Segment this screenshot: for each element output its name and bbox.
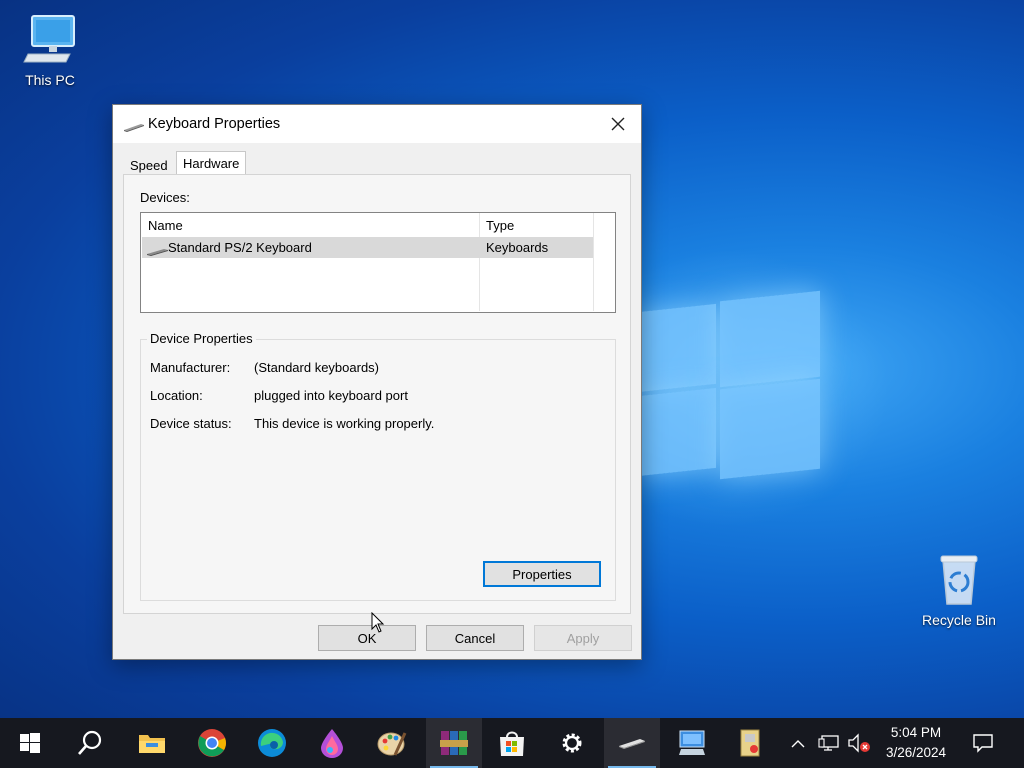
- clock[interactable]: 5:04 PM 3/26/2024: [878, 723, 954, 763]
- column-header-type[interactable]: Type: [486, 218, 514, 233]
- taskbar-keyboard-properties[interactable]: [604, 718, 660, 768]
- location-label: Location:: [150, 388, 203, 403]
- taskbar: 5:04 PM 3/26/2024: [0, 718, 1024, 768]
- clock-date: 3/26/2024: [885, 745, 947, 760]
- show-hidden-icons-button[interactable]: [784, 718, 812, 768]
- keyboard-app-icon: [619, 739, 645, 749]
- tab-speed[interactable]: Speed: [123, 155, 175, 175]
- computer-icon: [22, 12, 78, 68]
- file-explorer-icon: [139, 735, 165, 753]
- title-bar[interactable]: Keyboard Properties: [113, 105, 641, 143]
- keyboard-icon: [147, 244, 169, 256]
- remote-desktop-icon: [679, 730, 705, 755]
- store-icon: [500, 731, 524, 756]
- taskbar-remote-desktop[interactable]: [664, 718, 720, 768]
- volume-muted-icon: [848, 733, 870, 753]
- taskbar-security-app[interactable]: [722, 718, 778, 768]
- chrome-icon: [198, 729, 226, 757]
- action-center-icon: [973, 734, 993, 753]
- search-button[interactable]: [62, 718, 118, 768]
- start-icon: [20, 733, 40, 753]
- volume-button[interactable]: [844, 718, 874, 768]
- chevron-up-icon: [791, 739, 805, 747]
- column-header-name[interactable]: Name: [148, 218, 183, 233]
- settings-icon: [562, 733, 582, 753]
- devices-label: Devices:: [140, 190, 190, 205]
- list-header: Name Type: [141, 213, 593, 237]
- action-center-button[interactable]: [960, 718, 1006, 768]
- desktop-icon-label: This PC: [25, 72, 75, 88]
- taskbar-winrar[interactable]: [426, 718, 482, 768]
- hardware-tab-panel: Devices: Name Type Standard PS/2 Keyboar…: [123, 174, 631, 614]
- close-icon: [611, 117, 625, 131]
- location-value: plugged into keyboard port: [254, 388, 408, 403]
- manufacturer-label: Manufacturer:: [150, 360, 231, 375]
- network-button[interactable]: [814, 718, 844, 768]
- ok-button[interactable]: OK: [318, 625, 416, 651]
- desktop-icon-this-pc[interactable]: This PC: [5, 12, 95, 88]
- devices-list[interactable]: Name Type Standard PS/2 Keyboard Keyboar…: [140, 212, 616, 313]
- tab-hardware[interactable]: Hardware: [176, 151, 247, 176]
- paint3d-icon: [321, 729, 343, 758]
- cancel-button[interactable]: Cancel: [426, 625, 524, 651]
- taskbar-settings[interactable]: [544, 718, 600, 768]
- device-status-value: This device is working properly.: [254, 416, 435, 431]
- taskbar-paint3d[interactable]: [304, 718, 360, 768]
- winrar-icon: [440, 731, 468, 755]
- device-name: Standard PS/2 Keyboard: [168, 240, 312, 255]
- search-icon: [78, 730, 102, 755]
- network-icon: [818, 735, 839, 751]
- dialog-title: Keyboard Properties: [148, 116, 281, 132]
- clock-time: 5:04 PM: [890, 725, 942, 740]
- edge-icon: [258, 729, 286, 757]
- manufacturer-value: (Standard keyboards): [254, 360, 380, 375]
- taskbar-chrome[interactable]: [184, 718, 240, 768]
- taskbar-file-explorer[interactable]: [124, 718, 180, 768]
- device-status-label: Device status:: [150, 416, 232, 431]
- taskbar-store[interactable]: [484, 718, 540, 768]
- keyboard-icon: [123, 120, 145, 132]
- taskbar-paint[interactable]: [364, 718, 420, 768]
- device-properties-group: Device Properties Manufacturer: (Standar…: [140, 331, 616, 601]
- list-item[interactable]: Standard PS/2 Keyboard Keyboards: [142, 237, 593, 258]
- desktop-icon-recycle-bin[interactable]: Recycle Bin: [914, 552, 1004, 628]
- paint-icon: [377, 732, 407, 756]
- recycle-bin-icon: [931, 552, 987, 608]
- mouse-cursor-icon: [371, 611, 385, 634]
- security-app-icon: [740, 729, 760, 757]
- close-button[interactable]: [595, 105, 641, 143]
- properties-button[interactable]: Properties: [483, 561, 601, 587]
- keyboard-properties-dialog: Keyboard Properties Speed Hardware Devic…: [112, 104, 642, 660]
- desktop-icon-label: Recycle Bin: [922, 612, 996, 628]
- wallpaper-windows-logo: [560, 248, 890, 528]
- device-type: Keyboards: [486, 240, 549, 255]
- apply-button[interactable]: Apply: [534, 625, 632, 651]
- group-legend: Device Properties: [147, 331, 256, 346]
- taskbar-edge[interactable]: [244, 718, 300, 768]
- start-button[interactable]: [2, 718, 58, 768]
